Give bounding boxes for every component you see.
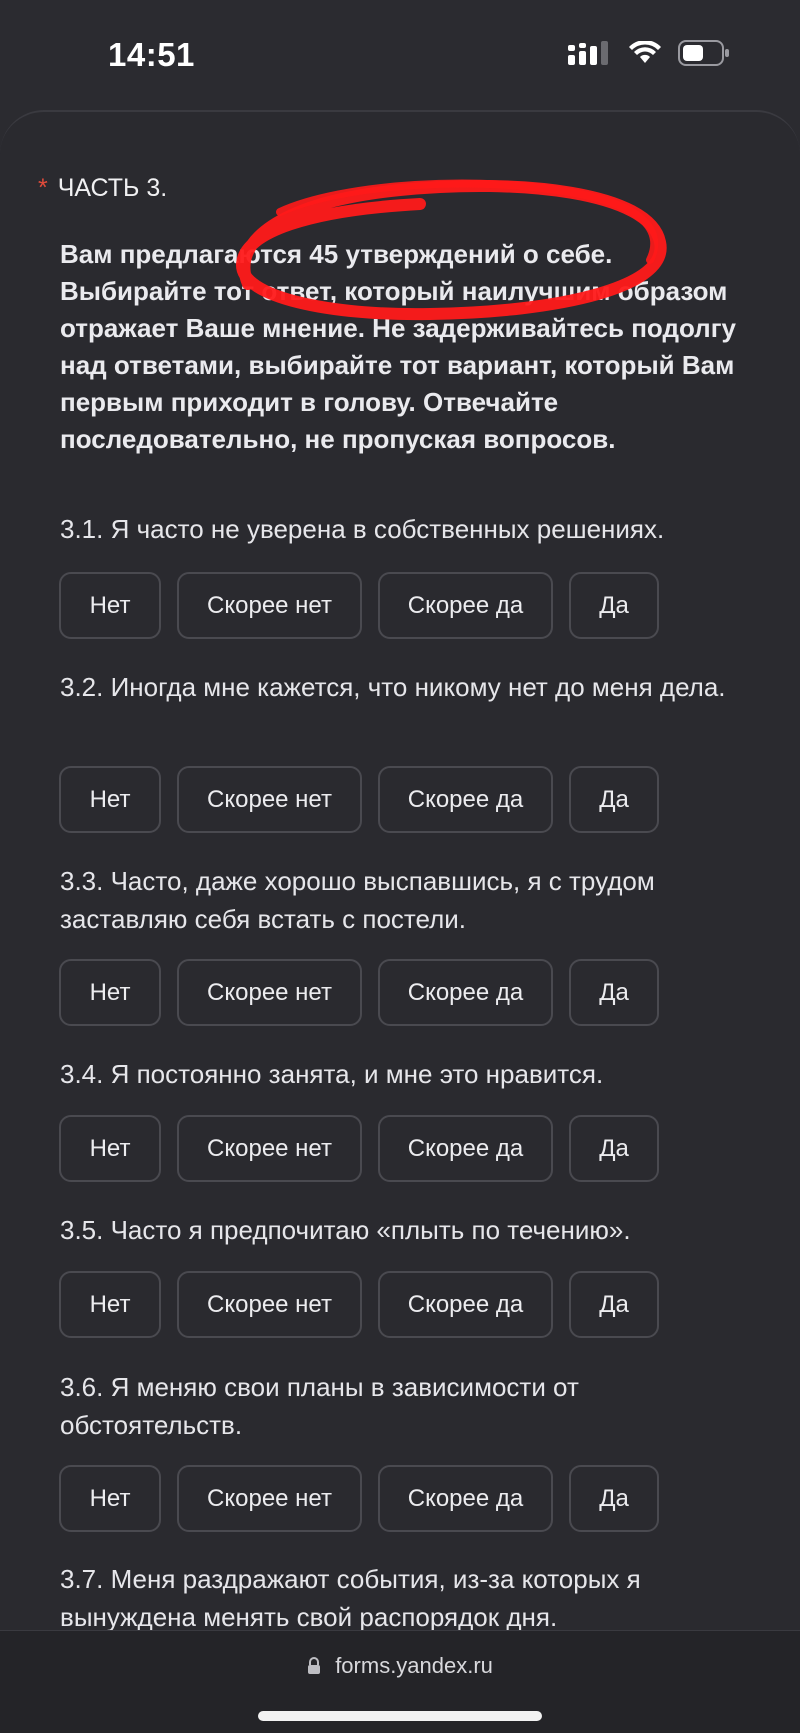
- option-yes[interactable]: Да: [569, 1465, 659, 1532]
- option-no[interactable]: Нет: [59, 1115, 161, 1182]
- option-rather-no[interactable]: Скорее нет: [177, 1465, 362, 1532]
- option-rather-yes[interactable]: Скорее да: [378, 766, 553, 833]
- browser-url-bar[interactable]: forms.yandex.ru: [0, 1630, 800, 1733]
- status-time: 14:51: [108, 36, 195, 73]
- option-yes[interactable]: Да: [569, 572, 659, 639]
- option-no[interactable]: Нет: [59, 959, 161, 1026]
- question-3-2: 3.2. Иногда мне кажется, что никому нет …: [60, 672, 726, 702]
- option-rather-yes[interactable]: Скорее да: [378, 1115, 553, 1182]
- question-3-4: 3.4. Я постоянно занята, и мне это нрави…: [60, 1059, 604, 1089]
- option-yes[interactable]: Да: [569, 1115, 659, 1182]
- option-rather-no[interactable]: Скорее нет: [177, 766, 362, 833]
- option-yes[interactable]: Да: [569, 1271, 659, 1338]
- option-rather-no[interactable]: Скорее нет: [177, 959, 362, 1026]
- signal-icon: [568, 41, 612, 70]
- option-no[interactable]: Нет: [59, 766, 161, 833]
- question-3-1: 3.1. Я часто не уверена в собственных ре…: [60, 514, 665, 544]
- option-no[interactable]: Нет: [59, 1271, 161, 1338]
- url-display[interactable]: forms.yandex.ru: [0, 1653, 800, 1679]
- answer-options-3-3: Нет Скорее нет Скорее да Да: [59, 959, 659, 1026]
- wifi-icon: [628, 40, 662, 70]
- home-indicator[interactable]: [258, 1711, 542, 1721]
- option-rather-yes[interactable]: Скорее да: [378, 572, 553, 639]
- question-3-7: 3.7. Меня раздражают события, из-за кото…: [60, 1564, 641, 1632]
- question-3-6: 3.6. Я меняю свои планы в зависимости от…: [60, 1372, 579, 1440]
- option-yes[interactable]: Да: [569, 766, 659, 833]
- option-rather-no[interactable]: Скорее нет: [177, 572, 362, 639]
- option-no[interactable]: Нет: [59, 1465, 161, 1532]
- status-icons: [568, 40, 730, 71]
- required-mark: *: [38, 174, 48, 202]
- status-bar: 14:51: [0, 0, 800, 100]
- option-no[interactable]: Нет: [59, 572, 161, 639]
- option-rather-no[interactable]: Скорее нет: [177, 1271, 362, 1338]
- option-yes[interactable]: Да: [569, 959, 659, 1026]
- lock-icon: [307, 1653, 335, 1678]
- question-3-5: 3.5. Часто я предпочитаю «плыть по течен…: [60, 1215, 631, 1245]
- screen: 14:51 * ЧАСТЬ 3. Вам предлагаются 45 утв…: [0, 0, 800, 1733]
- answer-options-3-2: Нет Скорее нет Скорее да Да: [59, 766, 659, 833]
- section-title: * ЧАСТЬ 3.: [38, 174, 168, 202]
- battery-icon: [678, 40, 730, 71]
- option-rather-yes[interactable]: Скорее да: [378, 1271, 553, 1338]
- option-rather-yes[interactable]: Скорее да: [378, 959, 553, 1026]
- answer-options-3-4: Нет Скорее нет Скорее да Да: [59, 1115, 659, 1182]
- question-3-3: 3.3. Часто, даже хорошо выспавшись, я с …: [60, 866, 655, 934]
- answer-options-3-6: Нет Скорее нет Скорее да Да: [59, 1465, 659, 1532]
- answer-options-3-5: Нет Скорее нет Скорее да Да: [59, 1271, 659, 1338]
- answer-options-3-1: Нет Скорее нет Скорее да Да: [59, 572, 659, 639]
- option-rather-yes[interactable]: Скорее да: [378, 1465, 553, 1532]
- intro-text: Вам предлагаются 45 утверждений о себе. …: [60, 239, 736, 454]
- url-text: forms.yandex.ru: [335, 1653, 493, 1678]
- option-rather-no[interactable]: Скорее нет: [177, 1115, 362, 1182]
- form-card: * ЧАСТЬ 3. Вам предлагаются 45 утверждени…: [0, 110, 800, 1632]
